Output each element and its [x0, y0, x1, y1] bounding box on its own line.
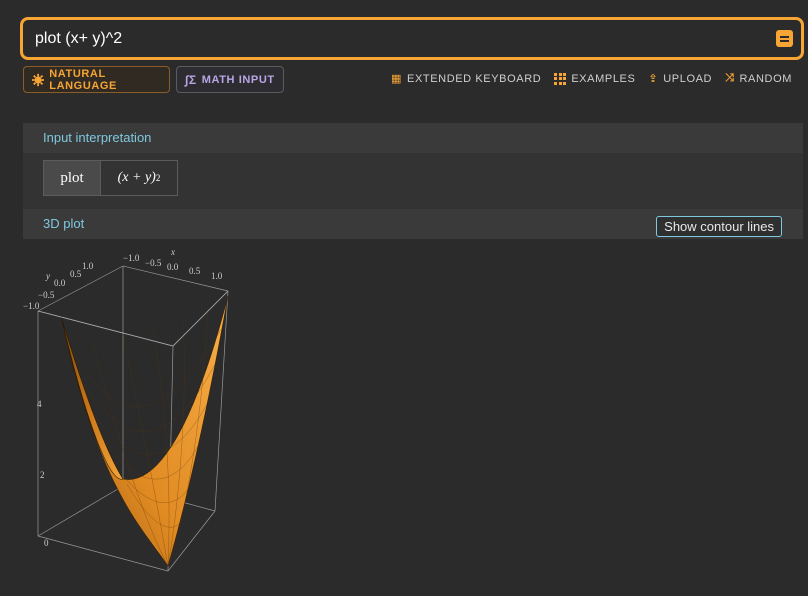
- examples-button[interactable]: EXAMPLES: [554, 72, 635, 85]
- y-tick: 0.5: [70, 269, 82, 279]
- upload-button[interactable]: ⇪ UPLOAD: [648, 72, 713, 86]
- input-interpretation-header: Input interpretation: [23, 123, 803, 153]
- y-tick: 0.0: [54, 278, 66, 288]
- z-tick: 4: [37, 399, 42, 409]
- z-tick: 2: [40, 470, 45, 480]
- interpretation-expression: (x + y) 2: [101, 161, 177, 195]
- sun-gear-icon: [32, 73, 45, 86]
- natural-language-button[interactable]: NATURAL LANGUAGE: [23, 66, 170, 93]
- pod-title: Input interpretation: [43, 130, 152, 145]
- show-contour-lines-button[interactable]: Show contour lines: [656, 216, 782, 237]
- toolbar: ▦ EXTENDED KEYBOARD EXAMPLES ⇪ UPLOAD ⤨ …: [391, 72, 792, 85]
- pod-title: 3D plot: [43, 216, 85, 231]
- y-tick: −0.5: [38, 290, 55, 300]
- y-axis-label: y: [45, 271, 50, 281]
- natural-language-label: NATURAL LANGUAGE: [49, 67, 117, 92]
- x-tick: 1.0: [211, 271, 223, 281]
- upload-icon: ⇪: [648, 73, 659, 85]
- math-input-label: MATH INPUT: [201, 73, 275, 86]
- x-tick: 0.0: [167, 262, 179, 272]
- random-label: RANDOM: [739, 72, 792, 85]
- x-axis-label: x: [170, 247, 175, 257]
- expression-exponent: 2: [155, 173, 161, 183]
- x-tick: −0.5: [145, 258, 162, 268]
- math-input-button[interactable]: ∫Σ MATH INPUT: [176, 66, 284, 93]
- x-tick: −1.0: [123, 253, 140, 263]
- interpretation-table: plot (x + y) 2: [43, 160, 178, 196]
- y-tick: 1.0: [82, 261, 94, 271]
- contour-button-label: Show contour lines: [664, 219, 774, 234]
- examples-label: EXAMPLES: [571, 72, 636, 85]
- y-tick: −1.0: [23, 301, 40, 311]
- extended-keyboard-button[interactable]: ▦ EXTENDED KEYBOARD: [391, 72, 542, 86]
- z-tick: 0: [44, 538, 49, 548]
- sigma-icon: ∫Σ: [185, 72, 197, 87]
- keyboard-icon: ▦: [391, 73, 403, 85]
- extended-keyboard-label: EXTENDED KEYBOARD: [407, 72, 542, 85]
- plot3d-image[interactable]: x y −1.0 −0.5 0.0 0.5 1.0 1.0 0.5 0.0 −0…: [23, 239, 253, 584]
- grid-dots-icon: [554, 72, 567, 85]
- equals-icon[interactable]: [776, 30, 793, 47]
- plot-area: x y −1.0 −0.5 0.0 0.5 1.0 1.0 0.5 0.0 −0…: [23, 239, 803, 596]
- search-bar[interactable]: [20, 17, 804, 60]
- expression-text: (x + y): [117, 170, 156, 185]
- shuffle-icon: ⤨: [725, 72, 735, 84]
- x-tick: 0.5: [189, 266, 201, 276]
- random-button[interactable]: ⤨ RANDOM: [725, 72, 792, 85]
- upload-label: UPLOAD: [663, 72, 713, 85]
- search-input[interactable]: [35, 20, 755, 57]
- results-panel: Input interpretation plot (x + y) 2 3D pl…: [23, 123, 803, 596]
- interpretation-function: plot: [44, 161, 101, 195]
